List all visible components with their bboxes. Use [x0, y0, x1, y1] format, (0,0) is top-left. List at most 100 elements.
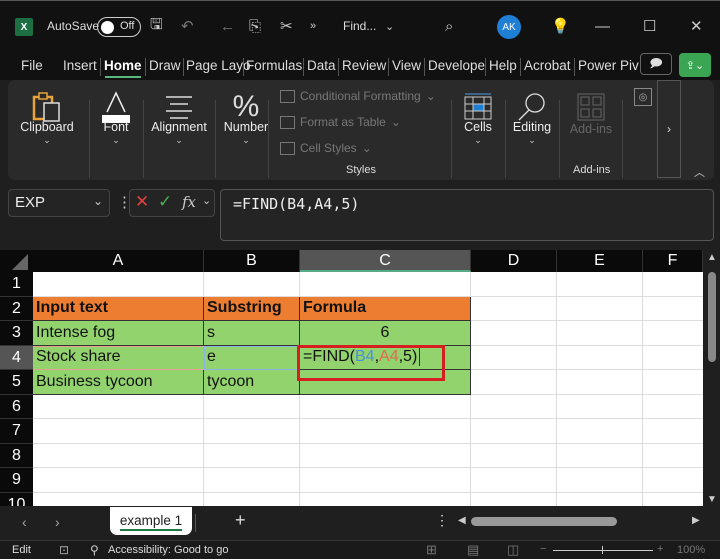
analyze-data-icon[interactable]: ◎	[634, 88, 652, 106]
collapse-ribbon-icon[interactable]: ︿	[694, 164, 705, 180]
cell-a4[interactable]: Stock share	[33, 345, 204, 370]
column-header-a[interactable]: A	[33, 250, 204, 272]
row-header-10[interactable]: 10	[0, 492, 33, 506]
tab-file[interactable]: File	[21, 58, 43, 73]
insert-function-icon[interactable]: fx	[182, 193, 196, 211]
cell-a3[interactable]: Intense fog	[33, 321, 204, 346]
format-as-table-button[interactable]: Format as Table ⌄	[280, 115, 401, 129]
cell-c3[interactable]: 6	[300, 321, 471, 346]
normal-view-icon[interactable]: ⊞	[426, 542, 437, 558]
zoom-out-icon[interactable]: −	[540, 543, 546, 555]
scroll-down-icon[interactable]: ▼	[707, 494, 717, 505]
row-header-2[interactable]: 2	[0, 296, 33, 321]
next-sheet-icon[interactable]: ›	[55, 514, 60, 530]
back-icon[interactable]: ←	[220, 16, 235, 36]
clipboard-group[interactable]: Clipboard ⌄	[12, 80, 82, 180]
lightbulb-icon[interactable]: 💡	[551, 16, 570, 36]
tab-home[interactable]: Home	[104, 58, 142, 78]
formula-input[interactable]: =FIND(B4,A4,5)	[220, 189, 714, 241]
select-all-button[interactable]	[0, 250, 33, 272]
cell-b5[interactable]: tycoon	[204, 370, 300, 395]
cancel-icon[interactable]: ✕	[135, 192, 149, 212]
macro-recording-icon[interactable]: ⊡	[59, 543, 69, 557]
row-header-3[interactable]: 3	[0, 321, 33, 346]
table-icon	[280, 115, 295, 129]
search-icon[interactable]: ⌕	[445, 16, 453, 36]
tab-view[interactable]: View	[392, 58, 421, 73]
page-break-view-icon[interactable]: ◫	[507, 542, 519, 558]
cell-styles-button[interactable]: Cell Styles ⌄	[280, 141, 372, 155]
cell-b4[interactable]: e	[204, 345, 300, 370]
zoom-slider[interactable]	[553, 550, 653, 551]
font-group[interactable]: Font ⌄	[90, 80, 142, 180]
row-header-7[interactable]: 7	[0, 419, 33, 444]
cell-b2[interactable]: Substring	[204, 296, 300, 321]
undo-icon[interactable]: ↶	[181, 16, 194, 36]
cell-a2[interactable]: Input text	[33, 296, 204, 321]
more-options-icon[interactable]: ⋮	[435, 512, 449, 529]
close-icon[interactable]: ✕	[690, 16, 703, 36]
vertical-scrollbar[interactable]: ▲ ▼	[703, 250, 720, 506]
tab-draw[interactable]: Draw	[149, 58, 181, 73]
row-header-6[interactable]: 6	[0, 394, 33, 419]
tab-developer[interactable]: Develope	[428, 58, 485, 73]
column-header-b[interactable]: B	[204, 250, 300, 272]
autosave-toggle[interactable]: Off	[97, 17, 141, 37]
cell-a5[interactable]: Business tycoon	[33, 370, 204, 395]
scroll-right-icon[interactable]: ▶	[692, 515, 700, 526]
copy-icon[interactable]: ⎘	[249, 16, 261, 36]
accessibility-status[interactable]: Accessibility: Good to go	[108, 544, 228, 556]
column-header-e[interactable]: E	[557, 250, 643, 272]
zoom-in-icon[interactable]: +	[657, 543, 663, 555]
row-header-4[interactable]: 4	[0, 345, 33, 370]
previous-sheet-icon[interactable]: ‹	[22, 514, 27, 530]
zoom-slider-thumb[interactable]	[602, 546, 603, 554]
minimize-icon[interactable]: —	[595, 16, 610, 36]
row-header-8[interactable]: 8	[0, 443, 33, 468]
number-group[interactable]: % Number ⌄	[216, 80, 276, 180]
name-box[interactable]: EXP ⌄	[8, 189, 110, 217]
accessibility-icon: ⚲	[90, 543, 99, 557]
share-button[interactable]: ⇪⌄	[679, 53, 711, 77]
row-header-9[interactable]: 9	[0, 468, 33, 493]
more-commands-icon[interactable]: »	[310, 16, 316, 36]
chevron-down-icon[interactable]: ⌄	[93, 194, 103, 208]
tab-page-layout[interactable]: Page Layo	[186, 58, 251, 73]
chevron-down-icon[interactable]: ⌄	[202, 194, 211, 207]
cells-group[interactable]: Cells ⌄	[452, 80, 504, 180]
cell-c2[interactable]: Formula	[300, 296, 471, 321]
column-header-c[interactable]: C	[300, 250, 471, 272]
row-header-1[interactable]: 1	[0, 272, 33, 297]
zoom-level[interactable]: 100%	[677, 544, 705, 556]
scroll-left-icon[interactable]: ◀	[458, 515, 466, 526]
chevron-down-icon[interactable]: ⌄	[385, 16, 394, 36]
tab-formulas[interactable]: Formulas	[246, 58, 302, 73]
scroll-up-icon[interactable]: ▲	[707, 252, 717, 263]
cell-b3[interactable]: s	[204, 321, 300, 346]
avatar[interactable]: AK	[497, 15, 521, 39]
vertical-scroll-thumb[interactable]	[708, 272, 716, 362]
page-layout-view-icon[interactable]: ▤	[467, 542, 479, 558]
tab-power-pivot[interactable]: Power Piv	[578, 58, 639, 73]
column-header-f[interactable]: F	[643, 250, 703, 272]
tab-insert[interactable]: Insert	[63, 58, 97, 73]
ribbon-scroll-right-button[interactable]: ›	[657, 80, 681, 178]
tab-acrobat[interactable]: Acrobat	[524, 58, 571, 73]
alignment-group[interactable]: Alignment ⌄	[144, 80, 214, 180]
horizontal-scroll-thumb[interactable]	[471, 517, 617, 526]
editing-group[interactable]: Editing ⌄	[506, 80, 558, 180]
tab-review[interactable]: Review	[342, 58, 386, 73]
enter-icon[interactable]: ✓	[158, 192, 172, 212]
tab-data[interactable]: Data	[307, 58, 336, 73]
comments-button[interactable]: 🗩	[640, 53, 672, 75]
add-sheet-icon[interactable]: +	[235, 510, 246, 531]
maximize-icon[interactable]: ☐	[643, 16, 656, 36]
cut-icon[interactable]: ✂	[280, 16, 293, 36]
row-header-5[interactable]: 5	[0, 370, 33, 395]
column-header-d[interactable]: D	[471, 250, 557, 272]
save-icon[interactable]: 🖫	[150, 16, 163, 36]
conditional-formatting-button[interactable]: Conditional Formatting ⌄	[280, 89, 436, 103]
tab-help[interactable]: Help	[489, 58, 517, 73]
sheet-tab-example-1[interactable]: example 1	[110, 507, 192, 535]
file-name[interactable]: Find...	[343, 19, 376, 33]
